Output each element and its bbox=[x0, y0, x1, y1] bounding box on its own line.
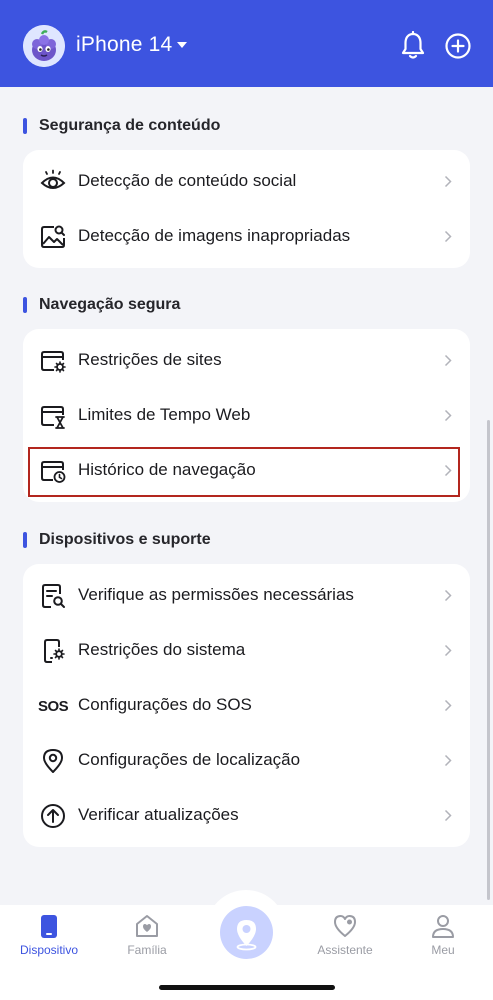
scrollbar[interactable] bbox=[487, 420, 490, 900]
chevron-right-icon bbox=[444, 754, 452, 767]
browser-hourglass-icon bbox=[41, 406, 65, 429]
row-label: Restrições do sistema bbox=[78, 640, 246, 659]
location-center-icon bbox=[236, 920, 257, 951]
chevron-right-icon bbox=[444, 644, 452, 657]
chevron-right-icon bbox=[444, 589, 452, 602]
row-label: Verifique as permissões necessárias bbox=[78, 585, 354, 604]
chevron-right-icon bbox=[444, 699, 452, 712]
chevron-right-icon bbox=[444, 175, 452, 188]
bell-icon[interactable] bbox=[399, 31, 427, 61]
safe-browsing-card: Restrições de sites Limites de Tempo Web… bbox=[23, 329, 470, 502]
app-header: iPhone 14 bbox=[0, 0, 493, 87]
location-pin-icon bbox=[43, 749, 63, 773]
home-indicator bbox=[159, 985, 335, 990]
heart-assistant-icon bbox=[334, 915, 356, 937]
browser-settings-icon bbox=[41, 351, 66, 373]
browser-history-icon bbox=[41, 461, 66, 483]
grape-mascot-icon bbox=[23, 25, 65, 67]
row-system-restrictions[interactable]: Restrições do sistema bbox=[23, 623, 470, 678]
section-title-content-safety: Segurança de conteúdo bbox=[39, 117, 221, 134]
row-label: Restrições de sites bbox=[78, 350, 222, 369]
chevron-right-icon bbox=[444, 464, 452, 477]
image-search-icon bbox=[41, 225, 65, 248]
chevron-right-icon bbox=[444, 409, 452, 422]
row-social-content-detection[interactable]: Detecção de conteúdo social bbox=[23, 154, 470, 209]
arrow-up-circle-icon bbox=[41, 804, 65, 828]
chevron-right-icon bbox=[444, 354, 452, 367]
devices-support-card: Verifique as permissões necessárias Rest… bbox=[23, 564, 470, 847]
row-web-time-limits[interactable]: Limites de Tempo Web bbox=[23, 388, 470, 443]
section-marker bbox=[23, 118, 27, 134]
row-label: Histórico de navegação bbox=[78, 460, 256, 479]
tab-label: Assistente bbox=[317, 943, 373, 957]
row-site-restrictions[interactable]: Restrições de sites bbox=[23, 333, 470, 388]
section-marker bbox=[23, 532, 27, 548]
family-heart-icon bbox=[136, 915, 158, 937]
row-check-permissions[interactable]: Verifique as permissões necessárias bbox=[23, 568, 470, 623]
tab-me[interactable]: Meu bbox=[403, 913, 483, 957]
section-title-devices-support: Dispositivos e suporte bbox=[39, 531, 211, 548]
sos-icon: SOS bbox=[38, 698, 69, 715]
row-check-updates[interactable]: Verificar atualizações bbox=[23, 788, 470, 843]
row-label: Verificar atualizações bbox=[78, 805, 239, 824]
tab-device[interactable]: Dispositivo bbox=[9, 913, 89, 957]
phone-settings-icon bbox=[44, 639, 65, 663]
tab-label: Família bbox=[127, 943, 167, 957]
row-label: Configurações de localização bbox=[78, 750, 301, 769]
chevron-right-icon bbox=[444, 230, 452, 243]
chevron-right-icon bbox=[444, 809, 452, 822]
caret-down-icon[interactable] bbox=[177, 42, 187, 48]
phone-icon bbox=[41, 915, 57, 938]
row-label: Configurações do SOS bbox=[78, 695, 252, 714]
row-browsing-history[interactable]: Histórico de navegação bbox=[23, 443, 470, 498]
device-selector[interactable]: iPhone 14 bbox=[76, 33, 172, 57]
row-label: Detecção de imagens inapropriadas bbox=[78, 226, 351, 245]
section-marker bbox=[23, 297, 27, 313]
row-location-settings[interactable]: Configurações de localização bbox=[23, 733, 470, 788]
center-location-button[interactable] bbox=[220, 906, 273, 959]
eye-icon bbox=[40, 169, 66, 189]
device-avatar[interactable] bbox=[23, 25, 65, 67]
plus-circle-icon[interactable] bbox=[444, 31, 472, 61]
tab-label: Dispositivo bbox=[19, 943, 79, 957]
section-title-safe-browsing: Navegação segura bbox=[39, 296, 181, 313]
user-icon bbox=[432, 915, 454, 938]
tab-assistant[interactable]: Assistente bbox=[305, 913, 385, 957]
row-inappropriate-image-detection[interactable]: Detecção de imagens inapropriadas bbox=[23, 209, 470, 264]
row-label: Detecção de conteúdo social bbox=[78, 171, 297, 190]
document-search-icon bbox=[42, 584, 65, 608]
tab-family[interactable]: Família bbox=[107, 913, 187, 957]
row-label: Limites de Tempo Web bbox=[78, 405, 251, 424]
tab-label: Meu bbox=[431, 943, 455, 957]
row-sos-settings[interactable]: SOS Configurações do SOS bbox=[23, 678, 470, 733]
content-safety-card: Detecção de conteúdo social Detecção de … bbox=[23, 150, 470, 268]
